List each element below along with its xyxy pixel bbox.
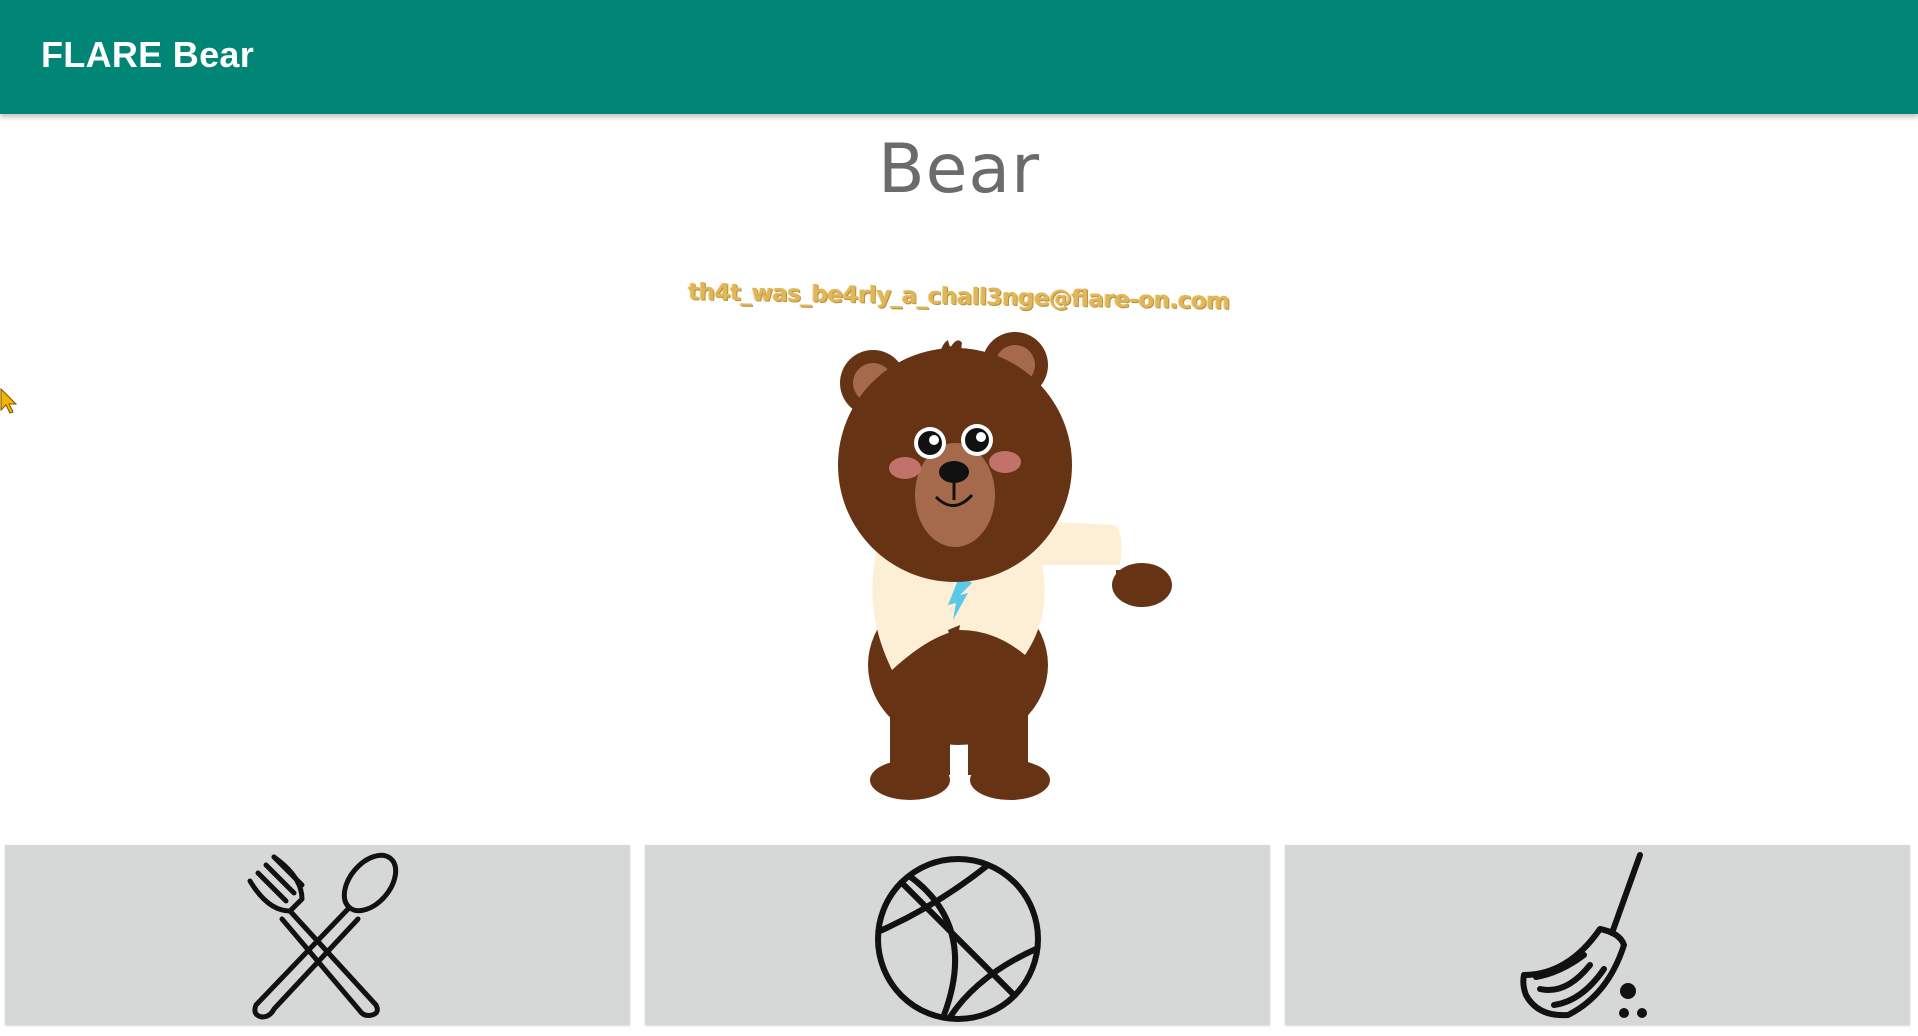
page-title: Bear <box>877 130 1041 209</box>
app-title: FLARE Bear <box>41 34 255 75</box>
basketball-icon <box>874 856 1041 1022</box>
flag-text: th4t_was_be4rly_a_chall3nge@flare-on.com <box>688 279 1230 315</box>
broom-icon <box>1519 852 1647 1019</box>
bear-paw <box>1112 563 1172 607</box>
play-button[interactable] <box>645 845 1270 1025</box>
fork-and-spoon-icon <box>247 852 398 1020</box>
app-bar: FLARE Bear <box>0 0 1918 114</box>
action-bar <box>0 845 1918 1025</box>
mouse-cursor-icon <box>0 388 18 414</box>
bear-image <box>838 332 1172 800</box>
eat-button[interactable] <box>5 845 630 1025</box>
clean-button[interactable] <box>1285 845 1910 1025</box>
bear-nose <box>939 461 969 483</box>
